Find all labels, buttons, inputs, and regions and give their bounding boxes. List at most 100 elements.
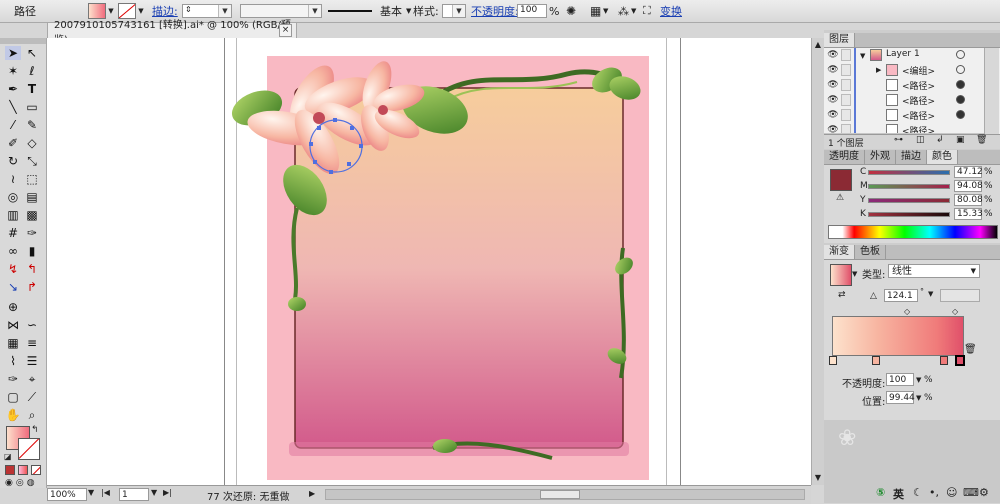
ime-moon-icon[interactable]: ☾ (913, 486, 923, 500)
rectangle-tool-icon[interactable]: ▭ (24, 100, 40, 114)
recolor-artwork-icon[interactable]: ✺ (566, 3, 576, 19)
gradient-mode-icon[interactable] (18, 465, 28, 475)
target-circle-icon[interactable] (956, 65, 965, 74)
vertical-scrollbar[interactable]: ▲ ▼ (811, 38, 825, 485)
draw-inside-icon[interactable]: ◍ (27, 478, 35, 488)
mesh-tool-icon[interactable]: # (5, 226, 21, 240)
scroll-down-icon[interactable]: ▼ (813, 473, 823, 483)
eraser-tool-icon[interactable]: ◇ (24, 136, 40, 150)
gradient-preview-dropdown-icon[interactable]: ▼ (852, 270, 857, 278)
brush-profile-select[interactable]: 基本 ▼ (328, 3, 411, 19)
visibility-eye-icon[interactable]: 👁 (827, 124, 839, 133)
channel-m-slider[interactable] (868, 184, 950, 189)
visibility-eye-icon[interactable]: 👁 (827, 109, 839, 121)
magic-wand-tool-icon[interactable]: ✶ (5, 64, 21, 78)
lock-toggle[interactable] (841, 64, 851, 76)
pen-tool-icon[interactable]: ✒ (5, 82, 21, 96)
gradient-preview-swatch[interactable] (830, 264, 852, 286)
status-menu-icon[interactable]: ▶ (309, 489, 315, 498)
tab-stroke[interactable]: 描边 (896, 150, 927, 164)
blend-tool-icon[interactable]: ∞ (5, 244, 21, 258)
type-tool-icon[interactable]: T (24, 82, 40, 96)
ime-emoji-icon[interactable]: ☺ (946, 486, 957, 500)
twirl-tool-icon[interactable]: ∽ (24, 318, 40, 332)
midpoint-diamond-icon[interactable]: ◇ (904, 307, 910, 316)
stop-opacity-field[interactable]: 100 (886, 373, 914, 386)
layer-name[interactable]: <路径> (902, 124, 935, 133)
draw-normal-icon[interactable]: ◉ (5, 478, 13, 488)
rotate-tool-icon[interactable]: ↻ (5, 154, 21, 168)
channel-m-value[interactable]: 94.08 (954, 180, 983, 192)
ime-logo-icon[interactable]: ⑤ (876, 486, 885, 500)
graph-tool-icon[interactable]: ▦ (5, 336, 21, 350)
default-colors-icon[interactable]: ◪ (4, 452, 12, 461)
swap-colors-icon[interactable]: ↰ (31, 425, 39, 435)
select-similar-dropdown-icon[interactable]: ▼ (631, 3, 636, 19)
angle-dropdown-icon[interactable]: ▼ (928, 290, 933, 298)
target-circle-icon[interactable] (956, 80, 965, 89)
target-circle-icon[interactable] (956, 110, 965, 119)
tools-panel-grip[interactable] (0, 38, 46, 44)
tab-gradient[interactable]: 渐变 (824, 245, 855, 259)
visibility-eye-icon[interactable]: 👁 (827, 49, 839, 61)
layer-name[interactable]: <路径> (902, 94, 935, 107)
measure-tool-icon[interactable]: ⌖ (24, 372, 40, 386)
layer-row[interactable]: 👁 <路径> (824, 123, 984, 134)
artboard-field[interactable]: 1 (119, 488, 149, 501)
style-swatch-select[interactable]: ▼ (442, 3, 466, 19)
line-tool-icon[interactable]: ╲ (5, 100, 21, 114)
layer-name[interactable]: Layer 1 (886, 49, 920, 59)
gradient-angle-field[interactable]: 124.1 (884, 289, 918, 302)
expand-triangle-icon[interactable]: ▶ (876, 66, 881, 74)
column-graph-tool-icon[interactable]: ▮ (24, 244, 40, 258)
layer-row[interactable]: 👁 <路径> (824, 93, 984, 109)
lock-toggle[interactable] (841, 79, 851, 91)
reverse-gradient-icon[interactable]: ⇄ (838, 290, 846, 300)
close-document-icon[interactable]: × (279, 24, 292, 37)
first-artboard-icon[interactable]: |◀ (101, 488, 110, 497)
target-circle-icon[interactable] (956, 50, 965, 59)
scale-tool-icon[interactable]: ⤡ (24, 154, 40, 168)
free-transform-tool-icon[interactable]: ⬚ (24, 172, 40, 186)
layers-tab[interactable]: 图层 (824, 33, 855, 47)
ime-settings-icon[interactable]: ⚙ (979, 486, 989, 500)
knife-tool-icon[interactable]: ⟋ (24, 390, 40, 404)
channel-y-slider[interactable] (868, 198, 950, 203)
lock-toggle[interactable] (841, 49, 851, 61)
tab-swatches[interactable]: 色板 (855, 245, 886, 259)
tab-transparency[interactable]: 透明度 (824, 150, 865, 164)
eyedropper-tool-icon[interactable]: ✑ (24, 226, 40, 240)
shape-builder-tool-icon[interactable]: ◎ (5, 190, 21, 204)
midpoint-diamond-icon[interactable]: ◇ (952, 307, 958, 316)
list-tool-icon[interactable]: ☰ (24, 354, 40, 368)
stop-opacity-dropdown-icon[interactable]: ▼ (916, 376, 921, 384)
artboard-alt-tool-icon[interactable]: ▢ (5, 390, 21, 404)
selection-tool-icon[interactable]: ➤ (5, 46, 21, 60)
transform-link[interactable]: 变换 (660, 3, 682, 19)
delete-stop-icon[interactable]: 🗑 (964, 344, 977, 355)
layer-row[interactable]: 👁 ▶ <编组> (824, 63, 984, 79)
envelope-tool-icon[interactable]: ⋈ (5, 318, 21, 332)
layer-name[interactable]: <路径> (902, 79, 935, 92)
visibility-eye-icon[interactable]: 👁 (827, 94, 839, 106)
stop-position-field[interactable]: 99.44 (886, 391, 915, 404)
ime-punctuation-icon[interactable]: •, (929, 486, 939, 500)
lock-toggle[interactable] (841, 109, 851, 121)
channel-y-value[interactable]: 80.08 (954, 194, 983, 206)
visibility-eye-icon[interactable]: 👁 (827, 79, 839, 91)
select-similar-icon[interactable]: ⁂ (618, 3, 629, 19)
stroke-color-box[interactable] (18, 438, 40, 460)
perspective-grid-tool-icon[interactable]: ▥ (5, 208, 21, 222)
gradient-stop[interactable] (872, 356, 880, 365)
draw-behind-icon[interactable]: ◎ (16, 478, 24, 488)
opacity-link[interactable]: 不透明度: (471, 3, 519, 19)
visibility-eye-icon[interactable]: 👁 (827, 64, 839, 76)
lock-toggle[interactable] (841, 124, 851, 133)
layer-row[interactable]: 👁 <路径> (824, 78, 984, 94)
horizontal-scroll-thumb[interactable] (540, 490, 580, 499)
none-mode-icon[interactable] (31, 465, 41, 475)
live-paint-tool-icon[interactable]: ▤ (24, 190, 40, 204)
new-layer-icon[interactable]: ▣ (956, 135, 965, 145)
align-grid-icon[interactable]: ▦ (590, 3, 601, 19)
horizontal-scrollbar[interactable] (325, 489, 805, 500)
